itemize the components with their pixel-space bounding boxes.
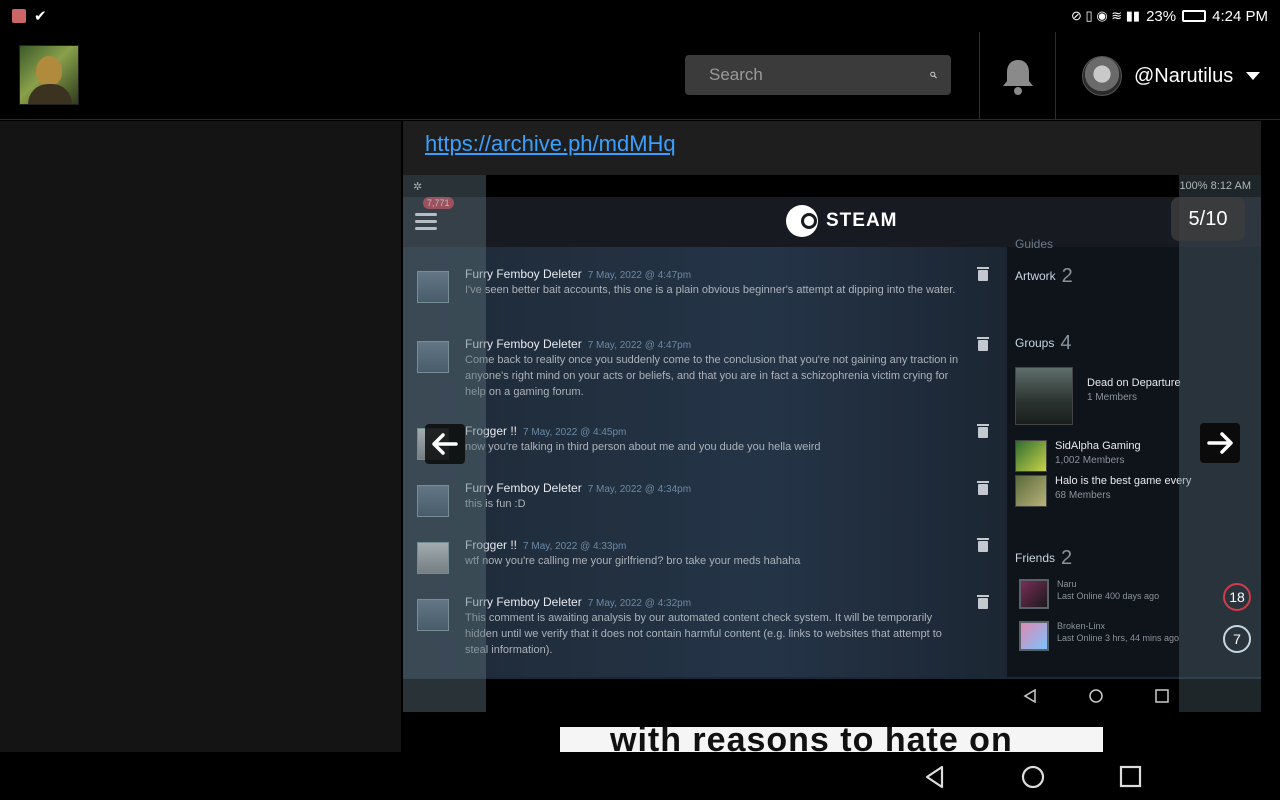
embedded-status-bar: ✲ 100% 8:12 AM [403, 175, 1261, 197]
friend-avatar [1019, 621, 1049, 651]
artwork-label: Artwork [1015, 269, 1056, 283]
friend-item: Naru Last Online 400 days ago [1019, 579, 1159, 609]
friend-level-badge: 18 [1223, 583, 1251, 611]
group-members: 1,002 Members [1055, 455, 1125, 466]
app-root: ✔ ⊘ ▯ ◉ ≋ ▮▮ 23% 4:24 PM @Narutilus http… [0, 0, 1280, 800]
trash-icon [977, 267, 989, 281]
post-content: https://archive.ph/mdMHq ✲ 100% 8:12 AM … [403, 121, 1261, 752]
group-image [1015, 440, 1047, 472]
comment-text: wtf now you're calling me your girlfrien… [465, 555, 801, 567]
bell-icon[interactable] [996, 54, 1040, 98]
group-image [1015, 367, 1073, 425]
group-name: Dead on Departure [1087, 377, 1181, 389]
steam-logo-text: STEAM [826, 210, 898, 231]
comment-date: 7 May, 2022 @ 4:47pm [587, 270, 692, 281]
embedded-nav-bar [403, 679, 1261, 712]
avatar[interactable] [1082, 56, 1122, 96]
group-item: Halo is the best game every 68 Members [1015, 475, 1191, 507]
site-logo[interactable] [19, 45, 79, 105]
app-header: @Narutilus [0, 32, 1280, 120]
trash-icon [977, 538, 989, 552]
comment-date: 7 May, 2022 @ 4:47pm [587, 340, 692, 351]
comment-list: Furry Femboy Deleter 7 May, 2022 @ 4:47pm… [403, 247, 1007, 677]
comment-date: 7 May, 2022 @ 4:45pm [523, 427, 627, 438]
username[interactable]: @Narutilus [1134, 65, 1233, 88]
friend-level-badge: 7 [1223, 625, 1251, 653]
trash-icon [977, 424, 989, 438]
friends-count: 2 [1061, 547, 1073, 569]
trash-icon [977, 595, 989, 609]
group-item: SidAlpha Gaming 1,002 Members [1015, 440, 1141, 472]
battery-icon [1182, 10, 1207, 22]
friend-name: Broken-Linx [1057, 621, 1106, 631]
comment-date: 7 May, 2022 @ 4:32pm [587, 598, 692, 609]
groups-section: Groups 4 [1015, 332, 1071, 355]
comment-date: 7 May, 2022 @ 4:33pm [523, 541, 627, 552]
post-link[interactable]: https://archive.ph/mdMHq [425, 131, 676, 157]
steam-logo-icon [786, 205, 818, 237]
comment-text: I've seen better bait accounts, this one… [465, 284, 956, 296]
friends-section: Friends 2 [1015, 547, 1072, 570]
comment-date: 7 May, 2022 @ 4:34pm [587, 484, 692, 495]
artwork-section: Artwork 2 [1015, 265, 1073, 288]
group-members: 68 Members [1055, 490, 1111, 501]
groups-label: Groups [1015, 336, 1055, 350]
search-icon[interactable] [930, 65, 937, 85]
comment-text: Come back to reality once you suddenly c… [465, 354, 959, 398]
check-notification-icon: ✔ [34, 8, 47, 25]
caption-image: with reasons to hate on [560, 727, 1103, 752]
group-members: 1 Members [1087, 392, 1138, 403]
arrow-right-icon [1207, 432, 1233, 454]
left-panel [0, 121, 401, 752]
status-bar: ✔ ⊘ ▯ ◉ ≋ ▮▮ 23% 4:24 PM [0, 0, 1280, 32]
recents-icon[interactable] [1118, 764, 1144, 790]
embedded-back-icon [1023, 689, 1036, 703]
back-icon[interactable] [922, 764, 948, 790]
search-input[interactable] [709, 65, 930, 85]
search-bar[interactable] [685, 55, 951, 95]
steam-logo: STEAM [786, 205, 898, 237]
embedded-home-icon [1089, 689, 1103, 703]
right-gutter [1261, 121, 1280, 752]
friends-label: Friends [1015, 551, 1056, 565]
arrow-left-icon [432, 433, 458, 455]
embedded-recents-icon [1155, 689, 1169, 703]
home-icon[interactable] [1020, 764, 1046, 790]
friend-item: Broken-Linx Last Online 3 hrs, 44 mins ag… [1019, 621, 1179, 651]
post-image[interactable]: ✲ 100% 8:12 AM 7,771 STEAM Furry Femboy … [403, 175, 1261, 712]
friend-name: Naru [1057, 579, 1077, 589]
guides-label: Guides [1015, 237, 1054, 251]
user-menu[interactable]: @Narutilus [1082, 54, 1261, 98]
status-icons: ⊘ ▯ ◉ ≋ ▮▮ [1071, 8, 1141, 23]
comment-text: This comment is awaiting analysis by our… [465, 612, 942, 656]
comment-text: now you're talking in third person about… [465, 441, 821, 453]
trash-icon [977, 481, 989, 495]
chevron-down-icon[interactable] [1245, 71, 1261, 81]
prev-image-button[interactable] [425, 424, 465, 464]
group-name: SidAlpha Gaming [1055, 440, 1141, 452]
clock: 4:24 PM [1212, 7, 1268, 25]
friend-status: Last Online 3 hrs, 44 mins ago [1057, 633, 1180, 643]
groups-count: 4 [1060, 332, 1072, 354]
gallery-notification-icon [12, 9, 26, 23]
trash-icon [977, 337, 989, 351]
battery-level: 23% [1146, 7, 1177, 25]
artwork-count: 2 [1061, 265, 1073, 287]
next-image-button[interactable] [1200, 423, 1240, 463]
header-divider [1055, 32, 1056, 120]
image-counter: 5/10 [1171, 197, 1245, 241]
group-item: Dead on Departure 1 Members [1015, 367, 1181, 425]
header-divider [979, 32, 980, 120]
group-name: Halo is the best game every [1055, 475, 1192, 487]
comment-text: this is fun :D [465, 498, 526, 510]
system-nav-bar [0, 752, 1280, 800]
steam-navbar: 7,771 STEAM [403, 197, 1261, 247]
friend-status: Last Online 400 days ago [1057, 591, 1160, 601]
caption-text: with reasons to hate on [610, 727, 1013, 752]
group-image [1015, 475, 1047, 507]
friend-avatar [1019, 579, 1049, 609]
